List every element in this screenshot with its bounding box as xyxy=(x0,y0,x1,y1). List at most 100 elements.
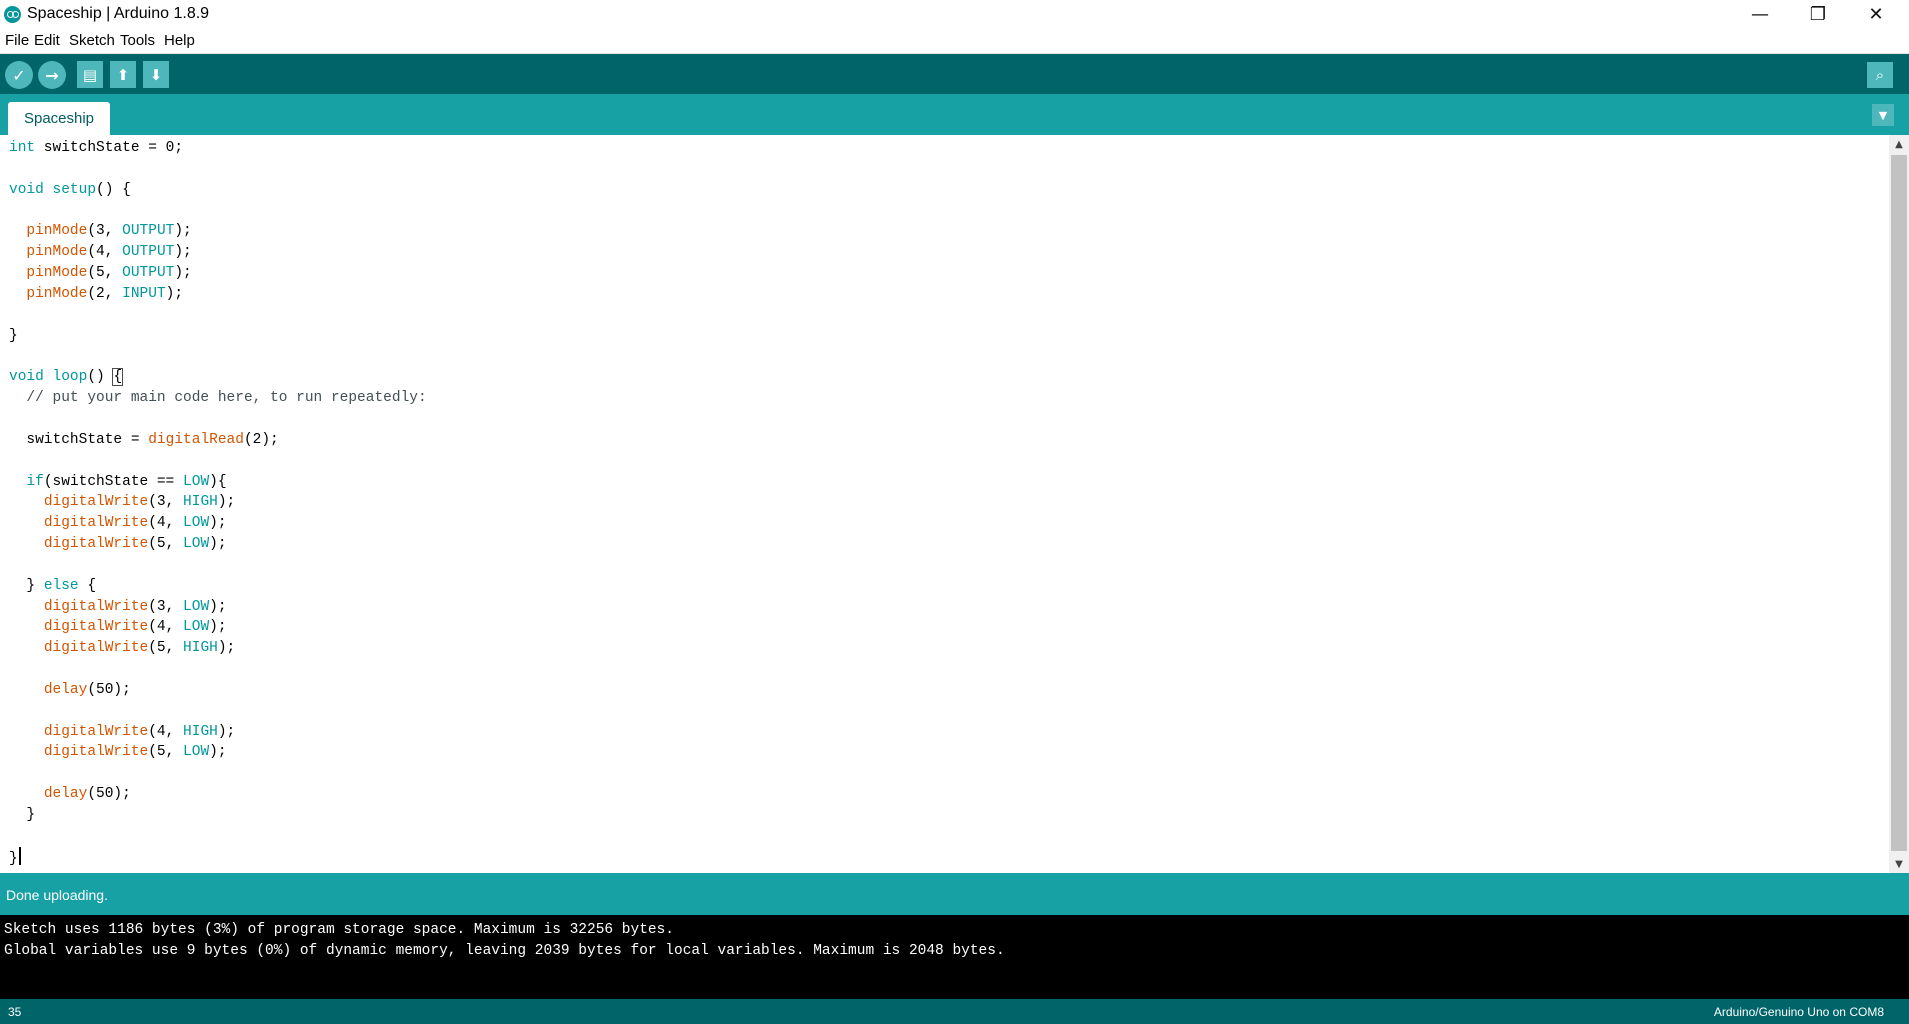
verify-button[interactable]: ✓ xyxy=(5,61,33,89)
code-token: int xyxy=(9,140,36,156)
code-token: (4, xyxy=(87,244,123,261)
code-token: digitalWrite xyxy=(43,744,149,761)
code-token: } xyxy=(9,807,36,823)
code-token: (3, xyxy=(148,494,184,511)
arrow-right-icon: → xyxy=(45,65,59,85)
scrollbar-thumb[interactable] xyxy=(1891,155,1907,851)
upload-button[interactable]: → xyxy=(38,61,66,89)
menu-sketch[interactable]: Sketch xyxy=(69,32,115,49)
code-token: pinMode xyxy=(26,285,88,302)
code-token: switchState = xyxy=(9,431,149,448)
code-token: ); xyxy=(209,619,227,636)
code-line: } xyxy=(9,846,427,868)
window-title: Spaceship | Arduino 1.8.9 xyxy=(27,5,210,22)
code-token: void xyxy=(9,369,44,386)
status-bar: Done uploading. xyxy=(0,873,1909,915)
code-token: HIGH xyxy=(183,494,218,511)
code-token: OUTPUT xyxy=(122,265,175,282)
close-button[interactable]: ✕ xyxy=(1847,0,1905,29)
code-line: digitalWrite(5, LOW); xyxy=(9,534,427,555)
code-token: setup xyxy=(52,181,97,198)
code-token: (50); xyxy=(87,681,131,698)
restore-button[interactable]: ❐ xyxy=(1789,0,1847,29)
tab-menu-button[interactable]: ▼ xyxy=(1872,104,1894,126)
code-token: pinMode xyxy=(26,223,88,240)
menu-bar: File Edit Sketch Tools Help xyxy=(0,29,1909,54)
code-line: pinMode(4, OUTPUT); xyxy=(9,242,427,263)
code-text[interactable]: int switchState = 0; void setup() { pinMo… xyxy=(9,138,427,868)
code-token: (50); xyxy=(87,786,131,803)
scroll-up-arrow-icon[interactable]: ▲ xyxy=(1889,135,1909,153)
status-message: Done uploading. xyxy=(6,887,108,903)
code-token: (2); xyxy=(243,431,279,448)
code-line: int switchState = 0; xyxy=(9,138,427,159)
code-line: digitalWrite(4, HIGH); xyxy=(9,722,427,743)
menu-tools[interactable]: Tools xyxy=(120,32,155,49)
code-token: digitalWrite xyxy=(43,640,149,657)
code-token: LOW xyxy=(183,473,210,490)
code-token: ); xyxy=(209,515,227,532)
code-line: } xyxy=(9,326,427,347)
toolbar: ✓ → ▤ ⬆ ⬇ ⌕ xyxy=(0,54,1909,94)
code-token: LOW xyxy=(183,515,210,532)
menu-help[interactable]: Help xyxy=(164,32,195,49)
code-token: OUTPUT xyxy=(122,223,175,240)
arrow-down-icon: ⬇ xyxy=(149,65,163,84)
new-sketch-button[interactable]: ▤ xyxy=(77,61,103,88)
code-token: INPUT xyxy=(122,285,166,302)
serial-monitor-button[interactable]: ⌕ xyxy=(1867,62,1893,88)
code-token: ); xyxy=(209,744,227,761)
code-token: digitalWrite xyxy=(43,515,149,532)
code-token: (3, xyxy=(148,598,184,615)
code-token: digitalWrite xyxy=(43,494,149,511)
code-token: (5, xyxy=(148,536,184,553)
code-token: ); xyxy=(174,223,192,240)
code-token: () { xyxy=(96,181,131,198)
code-line: digitalWrite(3, LOW); xyxy=(9,597,427,618)
minimize-button[interactable]: — xyxy=(1731,0,1789,29)
code-token: digitalWrite xyxy=(43,598,149,615)
tab-spaceship[interactable]: Spaceship xyxy=(8,102,110,135)
code-token: } xyxy=(9,850,18,867)
code-token: LOW xyxy=(183,598,210,615)
code-line: pinMode(3, OUTPUT); xyxy=(9,221,427,242)
code-line: // put your main code here, to run repea… xyxy=(9,388,426,409)
code-token: LOW xyxy=(183,536,210,553)
console-output[interactable]: Sketch uses 1186 bytes (3%) of program s… xyxy=(0,915,1909,999)
code-token: pinMode xyxy=(26,244,88,261)
menu-file[interactable]: File xyxy=(5,32,29,49)
save-sketch-button[interactable]: ⬇ xyxy=(143,61,169,88)
magnifier-icon: ⌕ xyxy=(1875,66,1885,84)
code-line: pinMode(5, OUTPUT); xyxy=(9,263,427,284)
code-token: LOW xyxy=(183,744,210,761)
code-token: HIGH xyxy=(183,640,218,657)
menu-edit[interactable]: Edit xyxy=(34,32,60,49)
code-token: if xyxy=(26,473,44,490)
code-token: { xyxy=(78,577,97,594)
code-line: switchState = digitalRead(2); xyxy=(9,430,427,451)
scroll-down-arrow-icon[interactable]: ▼ xyxy=(1889,855,1909,873)
code-token: ); xyxy=(209,536,227,553)
code-token: (4, xyxy=(148,723,184,740)
editor-scrollbar[interactable]: ▲ ▼ xyxy=(1889,135,1909,873)
tab-bar: Spaceship ▼ xyxy=(0,94,1909,135)
open-sketch-button[interactable]: ⬆ xyxy=(110,61,136,88)
code-line: } else { xyxy=(9,576,427,597)
code-line: delay(50); xyxy=(9,784,427,805)
code-token: } xyxy=(9,327,18,344)
code-token: (2, xyxy=(87,285,123,302)
code-token: ); xyxy=(209,598,227,615)
code-editor[interactable]: int switchState = 0; void setup() { pinMo… xyxy=(0,135,1889,873)
